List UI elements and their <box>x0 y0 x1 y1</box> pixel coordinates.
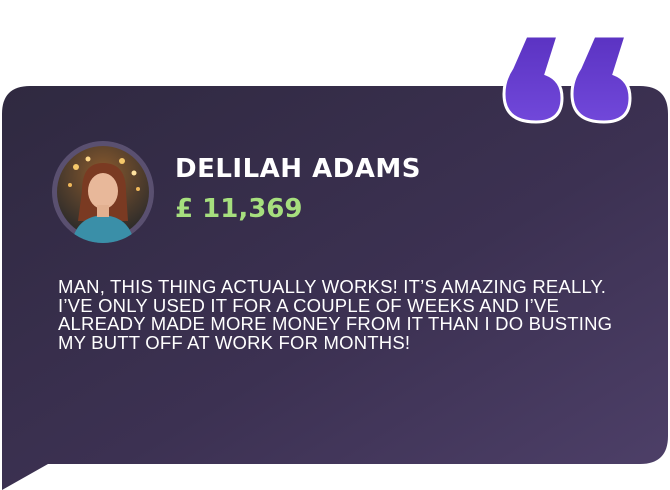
reviewer-name: DELILAH ADAMS <box>175 154 422 184</box>
testimonial-card: DELILAH ADAMS £ 11,369 MAN, THIS THING A… <box>0 0 670 490</box>
testimonial-text: MAN, THIS THING ACTUALLY WORKS! IT’S AMA… <box>58 276 613 353</box>
earned-amount: £ 11,369 <box>175 194 303 224</box>
user-avatar <box>52 141 154 243</box>
quote-mark-icon <box>502 34 632 124</box>
